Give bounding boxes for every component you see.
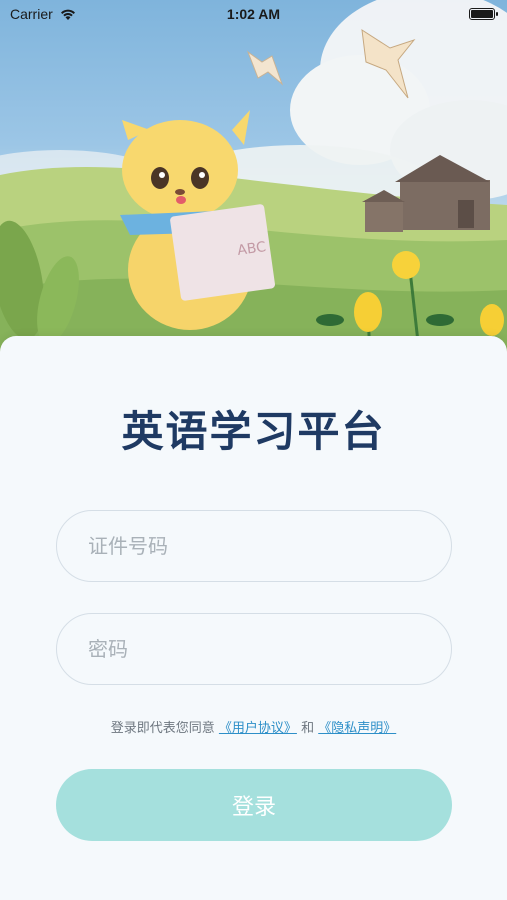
- hero-scene: ABC: [0, 0, 507, 360]
- bird-left: [246, 50, 284, 86]
- status-bar: Carrier 1:02 AM: [0, 0, 507, 28]
- status-time: 1:02 AM: [226, 6, 281, 22]
- id-number-input[interactable]: [57, 511, 451, 581]
- app-title: 英语学习平台: [121, 407, 386, 456]
- agreement-conjunction: 和: [301, 721, 315, 736]
- hero-illustration: ABC: [0, 0, 507, 360]
- id-number-field[interactable]: [56, 510, 452, 582]
- battery-level: [471, 10, 493, 18]
- login-button[interactable]: 登录: [56, 769, 452, 841]
- user-agreement-link[interactable]: 《用户协议》: [219, 721, 297, 736]
- password-field[interactable]: [56, 613, 452, 685]
- battery-icon: [469, 8, 498, 20]
- login-card: 英语学习平台 登录即代表您同意 《用户协议》 和 《隐私声明》 登录: [0, 336, 507, 900]
- agreement-text: 登录即代表您同意 《用户协议》 和 《隐私声明》: [0, 717, 507, 736]
- agreement-prefix: 登录即代表您同意: [110, 721, 215, 736]
- password-input[interactable]: [57, 614, 451, 684]
- privacy-policy-link[interactable]: 《隐私声明》: [318, 721, 396, 736]
